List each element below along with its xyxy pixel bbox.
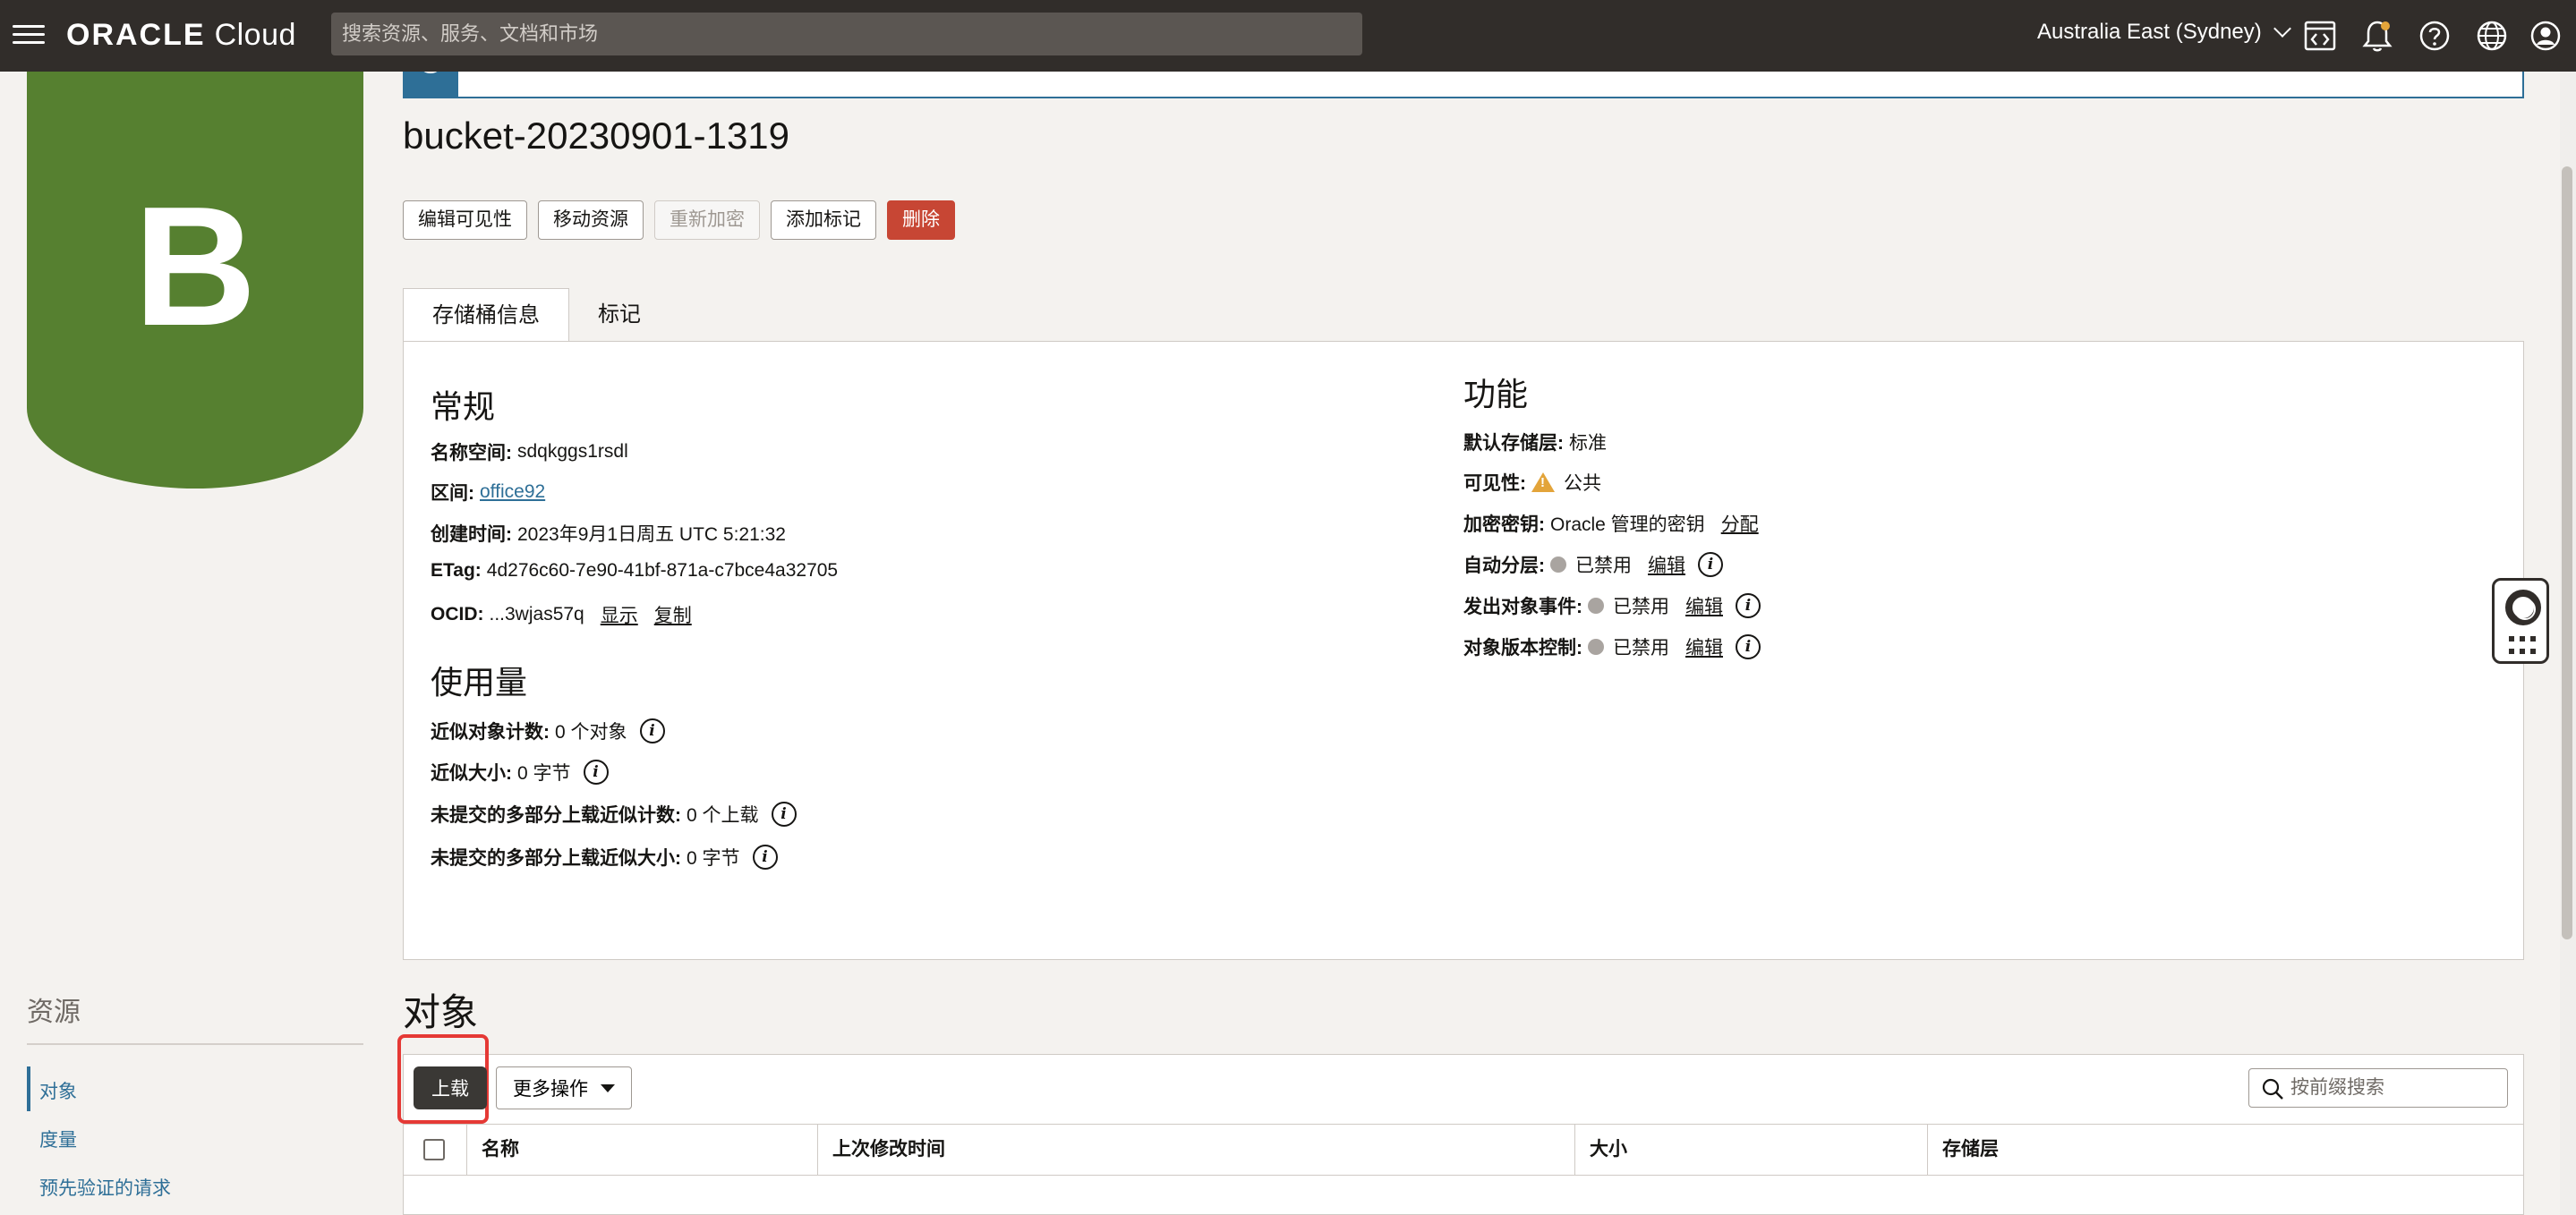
active-indicator bbox=[27, 1066, 30, 1111]
object-events-row: 发出对象事件: 已禁用 编辑 i bbox=[1463, 592, 1761, 619]
storage-tier-row: 默认存储层: 标准 bbox=[1463, 433, 1607, 454]
edit-versioning-link[interactable]: 编辑 bbox=[1685, 633, 1723, 660]
info-icon[interactable]: i bbox=[583, 760, 609, 785]
edit-object-events-link[interactable]: 编辑 bbox=[1685, 592, 1723, 619]
namespace-row: 名称空间: sdqkggs1rsdl bbox=[431, 441, 628, 463]
top-navigation-bar: ORACLE Cloud Australia East (Sydney) bbox=[0, 0, 2576, 72]
notification-bell-icon[interactable] bbox=[2359, 18, 2395, 54]
language-globe-icon[interactable] bbox=[2474, 18, 2510, 54]
help-icon[interactable] bbox=[2417, 18, 2452, 54]
ocid-show-link[interactable]: 显示 bbox=[601, 601, 638, 628]
delete-button[interactable]: 删除 bbox=[887, 200, 955, 240]
ocid-copy-link[interactable]: 复制 bbox=[654, 601, 692, 628]
created-row: 创建时间: 2023年9月1日周五 UTC 5:21:32 bbox=[431, 524, 786, 545]
prefix-search-input[interactable] bbox=[2248, 1068, 2508, 1108]
tab-bucket-info[interactable]: 存储桶信息 bbox=[403, 288, 569, 343]
usage-heading: 使用量 bbox=[431, 664, 528, 701]
status-dot bbox=[1588, 598, 1604, 614]
select-all-checkbox[interactable] bbox=[423, 1139, 445, 1160]
caret-down-icon bbox=[601, 1083, 615, 1092]
info-icon[interactable]: i bbox=[771, 802, 797, 827]
apps-grid-icon bbox=[2509, 636, 2538, 658]
sidebar-item-metrics[interactable]: 度量 bbox=[39, 1126, 77, 1152]
edit-auto-tiering-link[interactable]: 编辑 bbox=[1648, 551, 1685, 578]
object-versioning-row: 对象版本控制: 已禁用 编辑 i bbox=[1463, 633, 1761, 660]
compartment-row: 区间: office92 bbox=[431, 481, 546, 504]
tab-tags[interactable]: 标记 bbox=[569, 288, 670, 342]
bucket-avatar: B bbox=[27, 0, 363, 489]
usage-object-count-row: 近似对象计数: 0 个对象 i bbox=[431, 718, 665, 744]
info-icon[interactable]: i bbox=[639, 718, 665, 743]
oracle-cloud-logo[interactable]: ORACLE Cloud bbox=[66, 18, 296, 53]
column-last-modified[interactable]: 上次修改时间 bbox=[817, 1125, 1574, 1175]
scrollbar-thumb[interactable] bbox=[2562, 166, 2572, 939]
sidebar-item-pre-authenticated-requests[interactable]: 预先验证的请求 bbox=[39, 1174, 171, 1201]
divider bbox=[27, 1043, 363, 1045]
bucket-actions: 编辑可见性 移动资源 重新加密 添加标记 删除 bbox=[403, 200, 955, 240]
lifebuoy-icon bbox=[2505, 590, 2541, 625]
column-storage-tier[interactable]: 存储层 bbox=[1927, 1125, 2523, 1175]
search-icon bbox=[2262, 1078, 2283, 1100]
objects-table-header: 名称 上次修改时间 大小 存储层 bbox=[404, 1124, 2523, 1176]
resources-heading: 资源 bbox=[27, 998, 81, 1027]
upload-button[interactable]: 上载 bbox=[414, 1066, 487, 1109]
status-dot bbox=[1588, 639, 1604, 655]
ocid-row: OCID: ...3wjas57q 显示 复制 bbox=[431, 601, 692, 628]
warning-icon bbox=[1531, 472, 1555, 492]
edit-visibility-button[interactable]: 编辑可见性 bbox=[403, 200, 527, 240]
bucket-info-panel: 常规 名称空间: sdqkggs1rsdl 区间: office92 创建时间: 20… bbox=[403, 341, 2524, 960]
user-profile-icon[interactable] bbox=[2528, 18, 2563, 54]
help-widget[interactable] bbox=[2492, 578, 2549, 664]
move-resource-button[interactable]: 移动资源 bbox=[538, 200, 644, 240]
column-size[interactable]: 大小 bbox=[1574, 1125, 1927, 1175]
info-icon[interactable]: i bbox=[1698, 552, 1723, 577]
general-heading: 常规 bbox=[431, 388, 496, 425]
info-icon[interactable]: i bbox=[1736, 634, 1761, 659]
re-encrypt-button[interactable]: 重新加密 bbox=[654, 200, 760, 240]
assign-key-link[interactable]: 分配 bbox=[1721, 510, 1759, 537]
sidebar-item-objects[interactable]: 对象 bbox=[39, 1077, 77, 1104]
page-title: bucket-20230901-1319 bbox=[403, 115, 790, 157]
code-editor-icon[interactable] bbox=[2302, 18, 2338, 54]
info-icon[interactable]: i bbox=[1736, 593, 1761, 618]
info-icon[interactable]: i bbox=[752, 845, 778, 870]
auto-tiering-row: 自动分层: 已禁用 编辑 i bbox=[1463, 551, 1723, 578]
menu-icon[interactable] bbox=[13, 20, 45, 52]
objects-heading: 对象 bbox=[403, 991, 479, 1033]
region-selector[interactable]: Australia East (Sydney) bbox=[2037, 20, 2291, 45]
chevron-down-icon bbox=[2273, 20, 2291, 38]
column-name[interactable]: 名称 bbox=[466, 1125, 817, 1175]
usage-multipart-size-row: 未提交的多部分上载近似大小: 0 字节 i bbox=[431, 844, 778, 871]
usage-size-row: 近似大小: 0 字节 i bbox=[431, 759, 609, 786]
visibility-row: 可见性:公共 bbox=[1463, 469, 1601, 496]
usage-multipart-count-row: 未提交的多部分上载近似计数: 0 个上载 i bbox=[431, 801, 797, 828]
add-tags-button[interactable]: 添加标记 bbox=[771, 200, 876, 240]
select-all-cell bbox=[404, 1125, 466, 1175]
status-dot bbox=[1550, 557, 1566, 573]
compartment-link[interactable]: office92 bbox=[480, 481, 545, 503]
features-heading: 功能 bbox=[1463, 376, 1529, 412]
etag-row: ETag: 4d276c60-7e90-41bf-871a-c7bce4a3270… bbox=[431, 560, 839, 581]
detail-tabs: 存储桶信息 标记 bbox=[403, 288, 670, 343]
encryption-row: 加密密钥: Oracle 管理的密钥 分配 bbox=[1463, 510, 1759, 537]
global-search-input[interactable] bbox=[331, 13, 1362, 55]
more-actions-button[interactable]: 更多操作 bbox=[496, 1066, 632, 1109]
